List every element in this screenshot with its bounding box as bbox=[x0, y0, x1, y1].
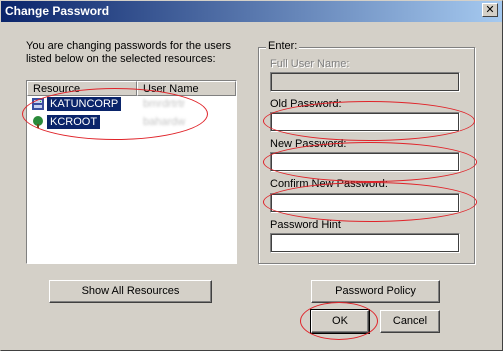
new-password-field[interactable] bbox=[270, 152, 460, 172]
resource-name: KCROOT bbox=[47, 115, 101, 129]
old-password-label: Old Password: bbox=[270, 98, 342, 110]
password-hint-label: Password Hint bbox=[270, 219, 341, 231]
show-all-resources-button[interactable]: Show All Resources bbox=[49, 280, 212, 303]
password-policy-button[interactable]: Password Policy bbox=[311, 280, 440, 303]
server-icon bbox=[32, 98, 44, 110]
window-title: Change Password bbox=[5, 4, 110, 18]
old-password-field[interactable] bbox=[270, 112, 460, 132]
user-name: bmrdrtrtr bbox=[143, 98, 186, 110]
user-name: bahardw bbox=[143, 116, 186, 128]
confirm-password-field[interactable] bbox=[270, 193, 460, 213]
full-user-name-label: Full User Name: bbox=[270, 58, 350, 70]
tree-icon bbox=[33, 116, 43, 128]
password-hint-field[interactable] bbox=[270, 233, 460, 253]
resource-list[interactable]: Resource User Name KATUNCORP bmrdrtrtr K… bbox=[26, 80, 237, 264]
column-header-user-name[interactable]: User Name bbox=[137, 81, 236, 96]
ok-button[interactable]: OK bbox=[310, 309, 370, 334]
cancel-button[interactable]: Cancel bbox=[380, 310, 440, 333]
groupbox-legend: Enter: bbox=[266, 40, 300, 52]
list-header: Resource User Name bbox=[27, 81, 236, 96]
confirm-password-label: Confirm New Password: bbox=[270, 178, 388, 190]
full-user-name-field bbox=[270, 72, 460, 92]
new-password-label: New Password: bbox=[270, 138, 347, 150]
column-header-resource[interactable]: Resource bbox=[27, 81, 137, 96]
title-bar: Change Password ✕ bbox=[0, 0, 503, 22]
intro-text: You are changing passwords for the users… bbox=[26, 40, 232, 65]
resource-name: KATUNCORP bbox=[47, 97, 122, 111]
close-icon[interactable]: ✕ bbox=[482, 3, 498, 17]
